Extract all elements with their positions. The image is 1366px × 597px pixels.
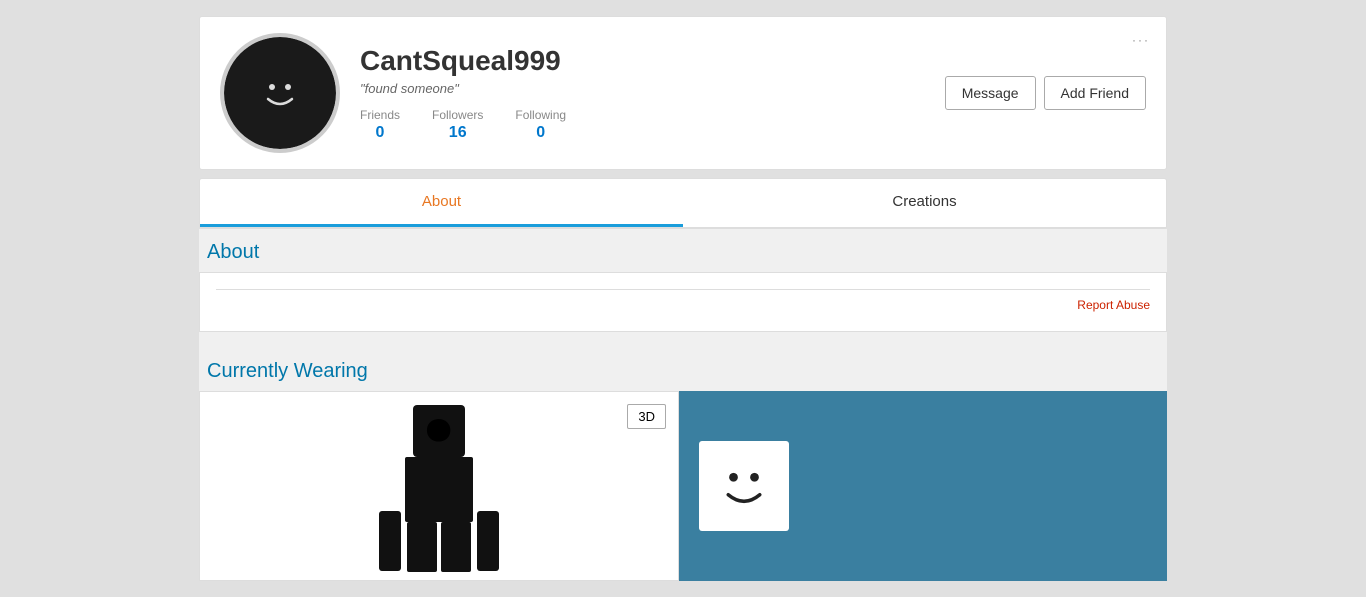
character-head (413, 405, 465, 457)
profile-info: CantSqueal999 "found someone" Friends 0 … (360, 45, 945, 142)
stat-friends: Friends 0 (360, 108, 400, 142)
wearing-items-panel (679, 391, 1167, 581)
tab-about[interactable]: About (200, 179, 683, 227)
currently-wearing-heading: Currently Wearing (199, 348, 1167, 391)
friends-label: Friends (360, 108, 400, 122)
friends-value: 0 (376, 124, 385, 142)
followers-value: 16 (449, 124, 467, 142)
character-left-arm (379, 511, 401, 571)
wearing-item-thumbnail[interactable] (699, 441, 789, 531)
add-friend-button[interactable]: Add Friend (1044, 76, 1146, 110)
avatar (220, 33, 340, 153)
profile-card: ··· CantSqueal999 "found someone" Friend… (199, 16, 1167, 170)
stat-following: Following 0 (515, 108, 566, 142)
message-button[interactable]: Message (945, 76, 1036, 110)
following-value: 0 (536, 124, 545, 142)
profile-actions: Message Add Friend (945, 76, 1146, 110)
about-box: Report Abuse (199, 272, 1167, 332)
following-label: Following (515, 108, 566, 122)
currently-wearing-section: Currently Wearing 3D (199, 348, 1167, 581)
stat-followers: Followers 16 (432, 108, 483, 142)
content-area: About Report Abuse Currently Wearing 3D (199, 229, 1167, 581)
followers-label: Followers (432, 108, 483, 122)
profile-status: "found someone" (360, 81, 945, 96)
character-torso (405, 457, 473, 522)
report-abuse-link[interactable]: Report Abuse (216, 298, 1150, 312)
tab-creations[interactable]: Creations (683, 179, 1166, 227)
profile-username: CantSqueal999 (360, 45, 945, 77)
btn-3d[interactable]: 3D (627, 404, 666, 429)
avatar-face-svg (250, 63, 310, 123)
wearing-grid: 3D (199, 391, 1167, 581)
item-smiley-svg (709, 451, 779, 521)
wearing-3d-panel: 3D (199, 391, 679, 581)
avatar-figure (224, 37, 336, 149)
profile-stats: Friends 0 Followers 16 Following 0 (360, 108, 945, 142)
about-section-heading: About (199, 229, 1167, 272)
tabs-row: About Creations (200, 179, 1166, 228)
tabs-container: About Creations (199, 178, 1167, 229)
roblox-character (359, 405, 519, 580)
character-right-arm (477, 511, 499, 571)
more-options-icon[interactable]: ··· (1132, 33, 1150, 47)
about-divider (216, 289, 1150, 290)
